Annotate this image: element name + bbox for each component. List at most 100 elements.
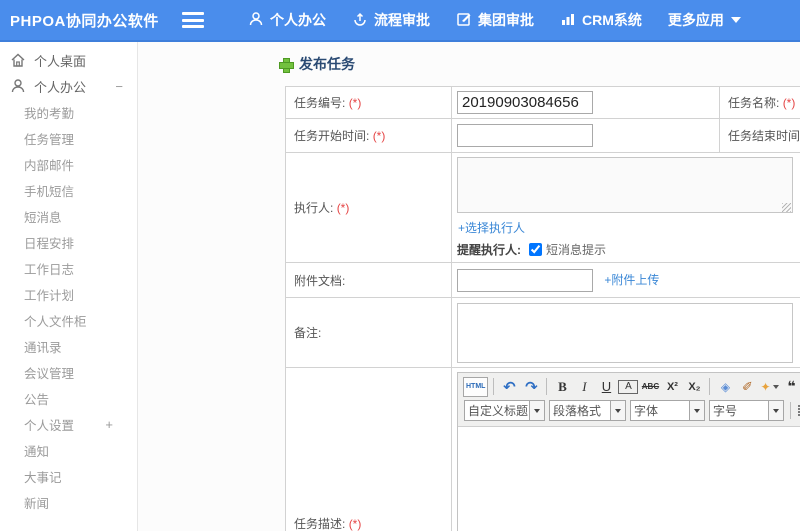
flow-icon (352, 11, 374, 30)
page-title-text: 发布任务 (299, 56, 355, 72)
sidebar-item-notice[interactable]: 通知 (0, 437, 137, 463)
sidebar: 个人桌面 个人办公 − 我的考勤 任务管理 内部邮件 手机短信 短消息 日程安排… (0, 42, 138, 531)
nav-label: 个人办公 (270, 12, 326, 28)
attachment-input[interactable] (457, 268, 593, 292)
publish-task-form: 任务编号: (*) 任务名称: (*) 任务开始时间: (*) 任务 (285, 86, 800, 531)
caret-down-icon (529, 401, 544, 420)
edit-icon (456, 11, 478, 30)
sidebar-item-personal-desktop[interactable]: 个人桌面 (0, 47, 137, 73)
sidebar-item-personal-office[interactable]: 个人办公 − (0, 73, 137, 99)
sidebar-item-work-log[interactable]: 工作日志 (0, 255, 137, 281)
bold-button[interactable]: B (552, 377, 572, 397)
select-executor-link[interactable]: +选择执行人 (458, 219, 525, 236)
bar-chart-icon (560, 11, 582, 30)
rich-text-editor: HTML ↶ ↷ B I U A ABC X² X₂ ◈ ✐ ✦ ❝ 自定义标题… (457, 371, 800, 531)
sidebar-item-contacts[interactable]: 通讯录 (0, 333, 137, 359)
task-description-cell: HTML ↶ ↷ B I U A ABC X² X₂ ◈ ✐ ✦ ❝ 自定义标题… (451, 367, 800, 531)
nav-label: CRM系统 (582, 12, 642, 28)
caret-down-icon (730, 17, 741, 23)
table-row: 任务描述: (*) HTML ↶ ↷ B I U A ABC X² X₂ ◈ ✐… (285, 367, 800, 531)
home-icon (10, 52, 26, 68)
sidebar-item-task-management[interactable]: 任务管理 (0, 125, 137, 151)
sidebar-item-label: 我的考勤 (24, 106, 75, 121)
sidebar-item-news[interactable]: 新闻 (0, 489, 137, 515)
hamburger-menu-icon[interactable] (182, 12, 204, 28)
subscript-button[interactable]: X₂ (684, 377, 704, 397)
custom-heading-dropdown[interactable]: 自定义标题 (464, 400, 545, 421)
nav-label: 更多应用 (667, 12, 724, 28)
italic-button[interactable]: I (574, 377, 594, 397)
task-number-cell (451, 86, 720, 119)
superscript-button[interactable]: X² (662, 377, 682, 397)
task-description-label: 任务描述: (*) (285, 367, 452, 531)
sidebar-item-mobile-sms[interactable]: 手机短信 (0, 177, 137, 203)
task-number-input[interactable] (457, 91, 593, 114)
end-time-label: 任务结束时间: (*) (719, 118, 800, 153)
nav-personal-office[interactable]: 个人办公 (248, 10, 326, 30)
sidebar-item-announcement[interactable]: 公告 (0, 385, 137, 411)
nav-label: 集团审批 (478, 12, 534, 28)
page-title: 发布任务 (279, 54, 355, 74)
redo-icon[interactable]: ↷ (521, 377, 541, 397)
table-row: 执行人: (*) +选择执行人 提醒执行人: 短消息提示 (285, 152, 800, 263)
nav-label: 流程审批 (374, 12, 430, 28)
sidebar-item-label: 工作计划 (24, 288, 75, 303)
sidebar-item-label: 个人文件柜 (24, 314, 87, 329)
font-background-button[interactable]: A (618, 379, 639, 394)
editor-content-area[interactable] (458, 426, 800, 531)
editor-toolbar: HTML ↶ ↷ B I U A ABC X² X₂ ◈ ✐ ✦ ❝ 自定义标题… (458, 372, 800, 427)
sidebar-item-work-plan[interactable]: 工作计划 (0, 281, 137, 307)
sidebar-item-major-events[interactable]: 大事记 (0, 463, 137, 489)
start-time-input[interactable] (457, 124, 593, 147)
paragraph-format-dropdown[interactable]: 段落格式 (549, 400, 626, 421)
sidebar-item-internal-mail[interactable]: 内部邮件 (0, 151, 137, 177)
app-header: PHPOA协同办公软件 个人办公 流程审批 集团审批 CRM系统 更多应用 (0, 0, 800, 42)
blockquote-icon[interactable]: ❝ (782, 377, 800, 397)
nav-crm-system[interactable]: CRM系统 (560, 10, 642, 30)
app-logo: PHPOA协同办公软件 (10, 12, 159, 30)
quick-format-icon[interactable]: ✦ (759, 377, 779, 397)
sidebar-item-short-message[interactable]: 短消息 (0, 203, 137, 229)
top-nav: 个人办公 流程审批 集团审批 CRM系统 更多应用 (222, 10, 741, 30)
font-family-dropdown[interactable]: 字体 (630, 400, 705, 421)
html-source-button[interactable]: HTML (463, 376, 489, 397)
sidebar-item-label: 个人办公 (34, 79, 87, 95)
eraser-icon[interactable]: ◈ (715, 377, 735, 397)
sidebar-item-my-attendance[interactable]: 我的考勤 (0, 99, 137, 125)
main-content: 发布任务 任务编号: (*) 任务名称: (*) 任务开始时间: (*) (139, 42, 800, 531)
sidebar-item-schedule[interactable]: 日程安排 (0, 229, 137, 255)
sidebar-item-label: 任务管理 (24, 132, 75, 147)
user-icon (248, 11, 270, 30)
attachment-upload-link[interactable]: +附件上传 (604, 271, 659, 288)
sidebar-item-label: 会议管理 (24, 366, 75, 381)
caret-down-icon (772, 384, 779, 389)
executor-label: 执行人: (*) (285, 152, 452, 263)
executor-textarea[interactable] (457, 157, 793, 213)
collapse-icon[interactable]: − (115, 79, 123, 94)
task-name-label: 任务名称: (*) (719, 86, 800, 119)
table-row: 任务开始时间: (*) 任务结束时间: (*) (285, 118, 800, 153)
sidebar-item-personal-files[interactable]: 个人文件柜 (0, 307, 137, 333)
user-icon (10, 78, 26, 94)
undo-icon[interactable]: ↶ (499, 377, 519, 397)
strikethrough-button[interactable]: ABC (640, 377, 660, 397)
table-row: 附件文档: +附件上传 (285, 262, 800, 298)
nav-more-apps[interactable]: 更多应用 (668, 10, 741, 30)
font-size-dropdown[interactable]: 字号 (709, 400, 784, 421)
underline-button[interactable]: U (596, 377, 616, 397)
sms-remind-checkbox[interactable] (529, 243, 542, 256)
table-row: 备注: (285, 297, 800, 368)
sidebar-item-personal-settings[interactable]: 个人设置 + (0, 411, 137, 437)
nav-flow-approval[interactable]: 流程审批 (352, 10, 430, 30)
expand-icon[interactable]: + (105, 417, 113, 432)
remind-executor-label: 提醒执行人: (457, 243, 521, 257)
attachment-label: 附件文档: (285, 262, 452, 298)
resize-grip[interactable] (782, 203, 791, 212)
nav-group-approval[interactable]: 集团审批 (456, 10, 534, 30)
sidebar-item-meeting-management[interactable]: 会议管理 (0, 359, 137, 385)
sidebar-item-label: 个人设置 (24, 418, 75, 433)
sidebar-item-label: 手机短信 (24, 184, 75, 199)
format-brush-icon[interactable]: ✐ (737, 377, 757, 397)
remark-textarea[interactable] (457, 303, 793, 363)
sidebar-item-label: 个人桌面 (34, 53, 87, 69)
